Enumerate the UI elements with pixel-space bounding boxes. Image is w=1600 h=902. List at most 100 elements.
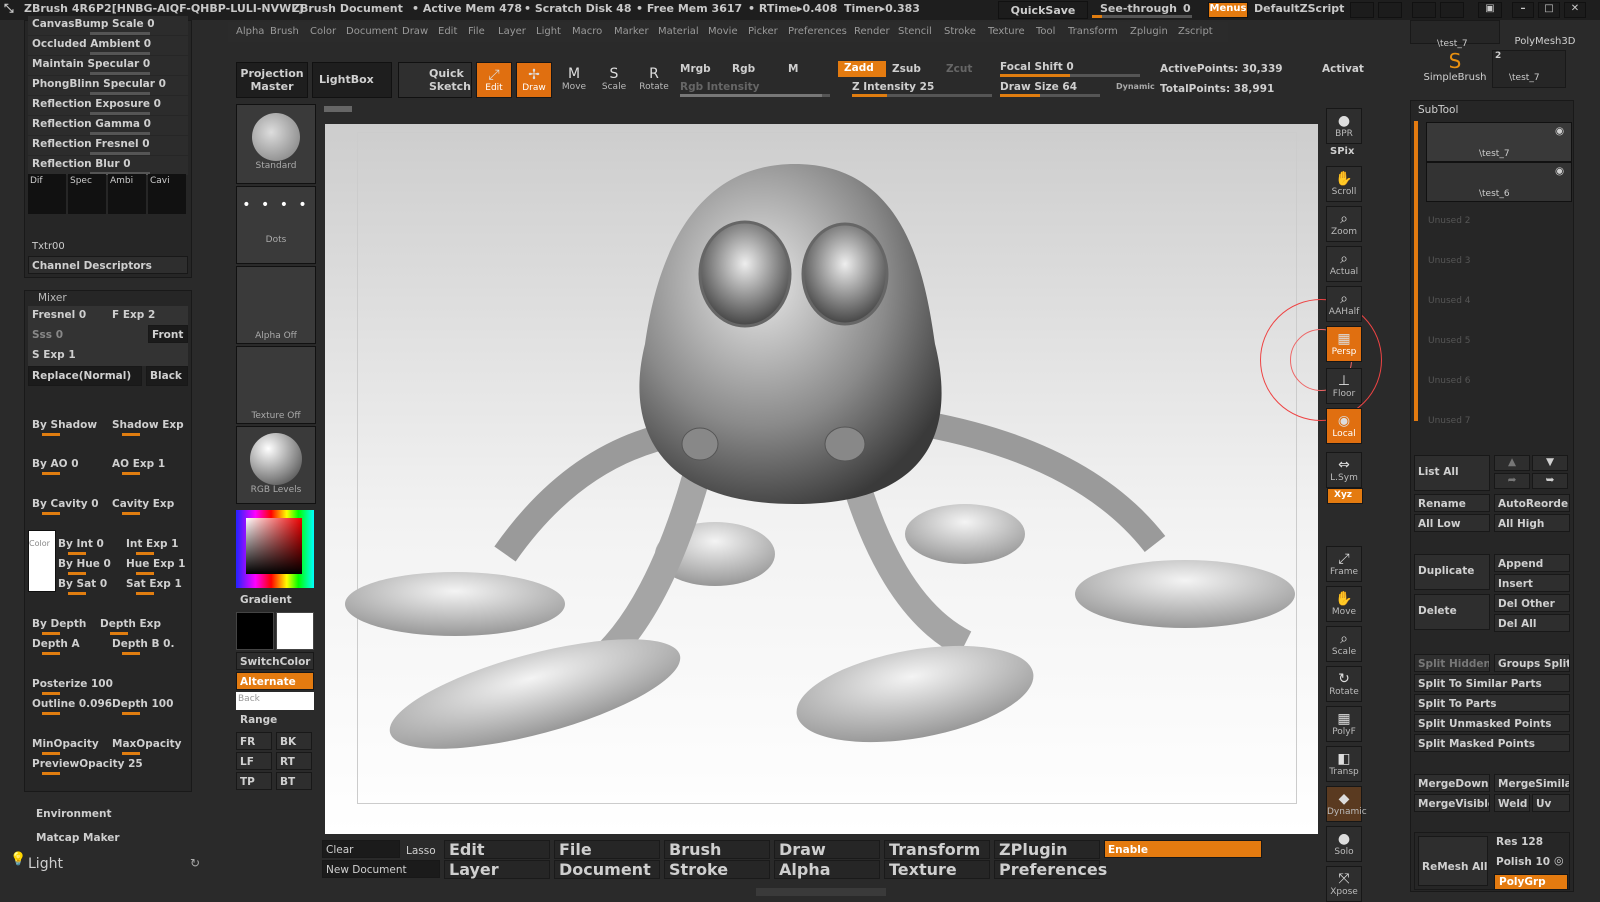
z-intensity-slider[interactable]	[852, 94, 992, 97]
channel-cavi[interactable]: Cavi	[148, 174, 186, 214]
move-button[interactable]: M Move	[556, 62, 592, 98]
bottom-menu-zplugin[interactable]: ZPlugin	[994, 840, 1100, 859]
slider-knob[interactable]	[122, 712, 140, 715]
rename-button[interactable]: Rename	[1414, 494, 1490, 512]
sss-slider[interactable]: Sss 0	[32, 329, 63, 341]
duplicate-button[interactable]: Duplicate	[1414, 554, 1490, 590]
brush-thumbnail[interactable]: Standard	[236, 104, 316, 184]
split-parts-button[interactable]: Split To Parts	[1414, 694, 1570, 712]
quicksave-button[interactable]: QuickSave	[998, 1, 1088, 19]
preview-opacity-slider[interactable]: PreviewOpacity 25	[32, 758, 143, 770]
render-property-slider[interactable]: Reflection Fresnel 0	[32, 138, 150, 150]
scroll-button[interactable]: ✋ Scroll	[1326, 166, 1362, 202]
slider-knob[interactable]	[136, 572, 154, 575]
subtool-empty-slot[interactable]: Unused 5	[1428, 336, 1471, 346]
menu-material[interactable]: Material	[658, 26, 699, 37]
render-property-track[interactable]	[90, 132, 150, 135]
layout-1-icon[interactable]	[1412, 2, 1436, 18]
menu-macro[interactable]: Macro	[572, 26, 602, 37]
document-canvas[interactable]	[325, 124, 1382, 834]
dynamic-button[interactable]: Dynamic	[1116, 82, 1155, 91]
menu-movie[interactable]: Movie	[708, 26, 738, 37]
polish-toggle-icon[interactable]: ◎	[1554, 854, 1564, 867]
render-property-slider[interactable]: Reflection Exposure 0	[32, 98, 161, 110]
floor-button[interactable]: ⊥ Floor	[1326, 368, 1362, 404]
m-button[interactable]: M	[788, 63, 798, 75]
panel-right-icon[interactable]	[1378, 2, 1402, 18]
by-shadow-slider[interactable]: By Shadow	[32, 419, 97, 431]
menu-layer[interactable]: Layer	[498, 26, 526, 37]
bottom-menu-transform[interactable]: Transform	[884, 840, 990, 859]
del-other-button[interactable]: Del Other	[1494, 594, 1570, 612]
arrow-down-right-icon[interactable]: ➥	[1532, 473, 1568, 489]
bottom-menu-stroke[interactable]: Stroke	[664, 860, 770, 879]
append-button[interactable]: Append	[1494, 554, 1570, 572]
split-masked-button[interactable]: Split Masked Points	[1414, 734, 1570, 752]
actual-button[interactable]: ⌕ Actual	[1326, 246, 1362, 282]
depth-b-slider[interactable]: Depth B 0.	[112, 638, 174, 650]
render-property-slider[interactable]: Reflection Blur 0	[32, 158, 131, 170]
slider-knob[interactable]	[68, 572, 86, 575]
by-hue-slider[interactable]: By Hue 0	[58, 558, 111, 570]
menu-transform[interactable]: Transform	[1068, 26, 1118, 37]
bottom-menu-draw[interactable]: Draw	[774, 840, 880, 859]
split-unmasked-button[interactable]: Split Unmasked Points	[1414, 714, 1570, 732]
scale-button[interactable]: S Scale	[596, 62, 632, 98]
spix-slider[interactable]: SPix	[1330, 146, 1354, 157]
zoom-button[interactable]: ⌕ Zoom	[1326, 206, 1362, 242]
render-property-slider[interactable]: CanvasBump Scale 0	[32, 18, 155, 30]
by-ao-slider[interactable]: By AO 0	[32, 458, 79, 470]
split-similar-button[interactable]: Split To Similar Parts	[1414, 674, 1570, 692]
render-property-track[interactable]	[90, 92, 150, 95]
xpose-button[interactable]: ⤧ Xpose	[1326, 866, 1362, 902]
slider-knob[interactable]	[68, 552, 86, 555]
black-button[interactable]: Black	[146, 366, 188, 386]
rgb-intensity-slider[interactable]	[680, 94, 830, 97]
subtool-empty-slot[interactable]: Unused 4	[1428, 296, 1471, 306]
slider-knob[interactable]	[110, 632, 128, 635]
menu-stroke[interactable]: Stroke	[944, 26, 976, 37]
edit-button[interactable]: ⤢ Edit	[476, 62, 512, 98]
by-sat-slider[interactable]: By Sat 0	[58, 578, 107, 590]
del-all-button[interactable]: Del All	[1494, 614, 1570, 632]
subtool-empty-slot[interactable]: Unused 6	[1428, 376, 1471, 386]
posterize-slider[interactable]: Posterize 100	[32, 678, 113, 690]
zsub-button[interactable]: Zsub	[892, 63, 921, 75]
subtool-item-test7[interactable]: \test_7 ◉	[1426, 122, 1572, 162]
render-property-slider[interactable]: Maintain Specular 0	[32, 58, 150, 70]
local-button[interactable]: ◉ Local	[1326, 408, 1362, 444]
merge-similar-button[interactable]: MergeSimilar	[1494, 774, 1570, 792]
view-fr-button[interactable]: FR	[236, 732, 272, 750]
channel-spec[interactable]: Spec	[68, 174, 106, 214]
render-property-slider[interactable]: PhongBlinn Specular 0	[32, 78, 166, 90]
tool-thumb-test7[interactable]: \test_7	[1410, 20, 1500, 49]
by-cavity-slider[interactable]: By Cavity 0	[32, 498, 99, 510]
bottom-menu-brush[interactable]: Brush	[664, 840, 770, 859]
menu-stencil[interactable]: Stencil	[898, 26, 932, 37]
outline-slider[interactable]: Outline 0.096	[32, 698, 112, 710]
bottom-menu-file[interactable]: File	[554, 840, 660, 859]
render-property-slider[interactable]: Occluded Ambient 0	[32, 38, 151, 50]
subtool-empty-slot[interactable]: Unused 2	[1428, 216, 1471, 226]
menu-color[interactable]: Color	[310, 26, 336, 37]
front-button[interactable]: Front	[148, 325, 188, 343]
all-low-button[interactable]: All Low	[1414, 514, 1490, 532]
material-thumbnail[interactable]: RGB Levels	[236, 426, 316, 504]
lsym-button[interactable]: ⇔ L.Sym	[1326, 452, 1362, 488]
polygrp-button[interactable]: PolyGrp	[1494, 874, 1568, 890]
close-icon[interactable]: ✕	[1564, 2, 1586, 18]
groups-split-button[interactable]: Groups Split	[1494, 654, 1570, 672]
new-document-button[interactable]: New Document	[322, 860, 440, 878]
slider-knob[interactable]	[42, 652, 60, 655]
all-high-button[interactable]: All High	[1494, 514, 1570, 532]
replace-normal-button[interactable]: Replace(Normal)	[28, 366, 142, 386]
menu-preferences[interactable]: Preferences	[788, 26, 847, 37]
menu-light[interactable]: Light	[536, 26, 561, 37]
texture-thumbnail[interactable]: Texture Off	[236, 346, 316, 424]
slider-knob[interactable]	[42, 512, 60, 515]
channel-descriptors-button[interactable]: Channel Descriptors	[28, 256, 188, 274]
environment-menu[interactable]: Environment	[36, 808, 112, 820]
polymesh3d-tool[interactable]: PolyMesh3D	[1502, 22, 1588, 48]
aahalf-button[interactable]: ⌕ AAHalf	[1326, 286, 1362, 322]
min-opacity-slider[interactable]: MinOpacity	[32, 738, 99, 750]
